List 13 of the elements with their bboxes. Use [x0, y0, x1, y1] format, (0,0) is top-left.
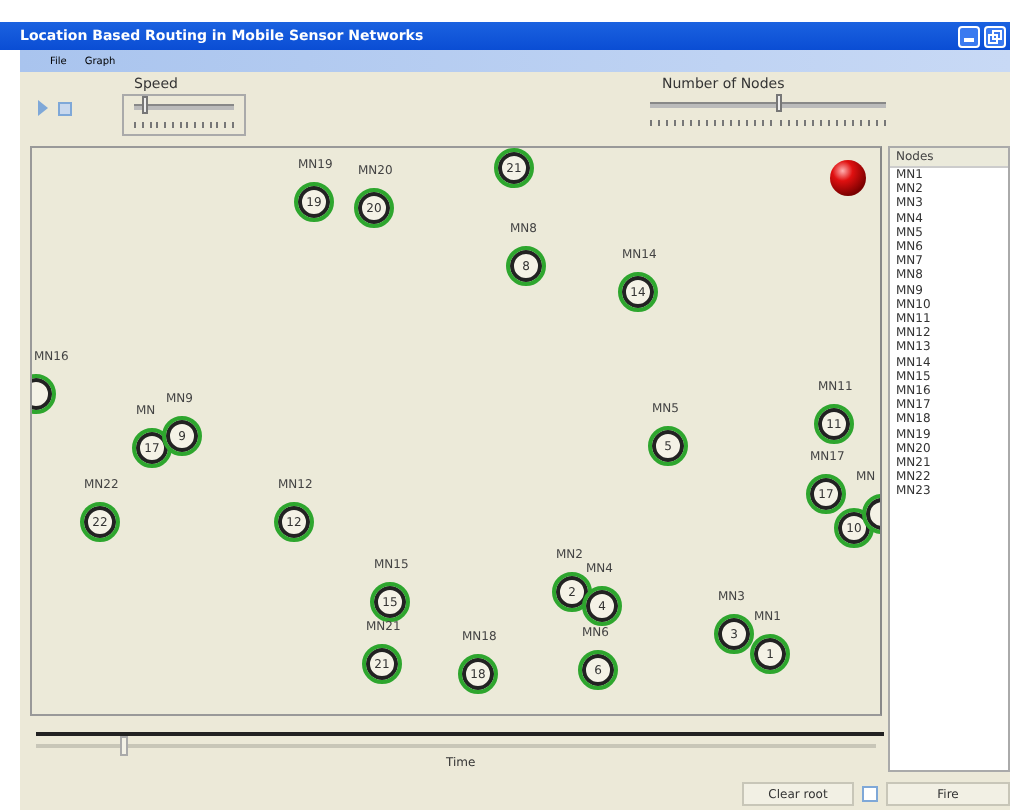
- restore-icon: [988, 29, 1002, 43]
- checkbox[interactable]: [862, 786, 878, 802]
- play-icon[interactable]: [38, 100, 48, 116]
- restore-button[interactable]: [984, 25, 1006, 47]
- slider-thumb[interactable]: [775, 94, 782, 112]
- ball-icon[interactable]: [828, 158, 868, 198]
- node-count-slider[interactable]: [650, 94, 886, 132]
- minimize-button[interactable]: [958, 25, 980, 47]
- tick-marks: [134, 122, 234, 128]
- slider-thumb[interactable]: [142, 96, 148, 114]
- stop-icon[interactable]: [58, 101, 72, 115]
- speed-slider[interactable]: [122, 94, 246, 136]
- slider-thumb[interactable]: [120, 736, 128, 756]
